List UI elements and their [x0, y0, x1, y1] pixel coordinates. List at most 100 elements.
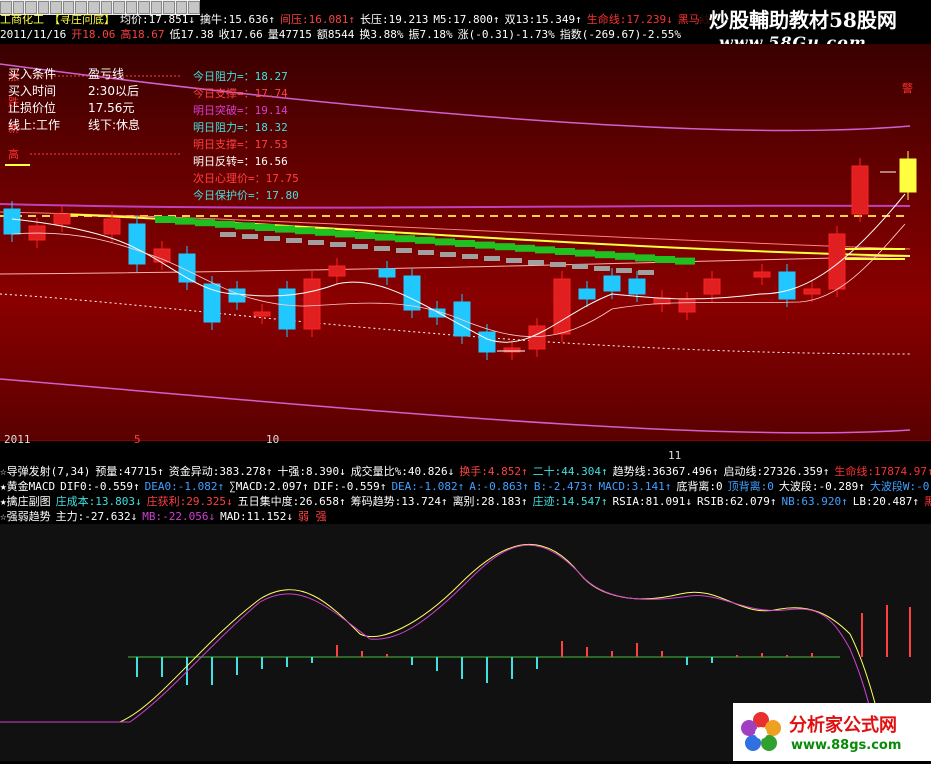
header-field: 收17.66 — [218, 28, 263, 41]
green-band-step — [355, 232, 375, 239]
indicator-line: ☆导弹发射(7,34) 预量:47715↑ 资金异动:383.278↑ 十强:8.39… — [0, 464, 931, 479]
indicator-field: 黑马线 — [923, 495, 931, 508]
grey-band-step — [374, 246, 390, 251]
grey-band-step — [462, 254, 478, 259]
grey-band-step — [352, 244, 368, 249]
candle-down — [453, 301, 471, 337]
indicator-field: 筹码趋势:13.724↑ — [350, 495, 448, 508]
green-band-step — [435, 238, 455, 246]
side-label: 高 — [8, 147, 19, 161]
indicator-field: 底背离:0 — [676, 480, 723, 493]
indicator-field: RSIB:62.079↑ — [697, 495, 777, 508]
indicator-field: 主力:-27.632↓ — [55, 510, 138, 523]
candle-up — [528, 325, 546, 350]
header-field: 振7.18% — [408, 28, 453, 41]
logo-url: www.88gs.com — [791, 738, 902, 753]
candle-down — [628, 278, 646, 295]
indicator-field: 大波段:-0.289↑ — [778, 480, 865, 493]
candle-up — [553, 278, 571, 335]
logo-title: 分析家公式网 — [789, 715, 897, 736]
green-band-step — [375, 233, 395, 241]
condition-value: 17.56元 — [88, 101, 135, 115]
candle-up — [153, 248, 171, 263]
green-band-step — [235, 222, 255, 230]
header-field: 擒牛:15.636↑ — [199, 13, 275, 26]
condition-row: 止损价位 17.56元 — [8, 100, 198, 117]
candle-down — [778, 271, 796, 300]
pivot-level: 明日支撑=：17.53 — [193, 138, 288, 151]
green-band-step — [275, 225, 295, 233]
indicator-field: DEA0:-1.082↑ — [144, 480, 225, 493]
green-band-step — [595, 251, 615, 259]
grey-band-step — [440, 252, 456, 257]
candle-up — [703, 278, 721, 295]
pivot-level: 明日反转=：16.56 — [193, 155, 288, 168]
green-band-step — [655, 256, 675, 263]
candle-up — [828, 233, 846, 290]
indicator-field: 五日集中度:26.658↑ — [237, 495, 346, 508]
green-band-step — [515, 244, 535, 252]
indicator-field: MACD:3.141↑ — [598, 480, 672, 493]
88gs-logo: 分析家公式网 www.88gs.com — [733, 703, 931, 761]
green-band-step — [195, 219, 215, 227]
grey-band-step — [484, 256, 500, 261]
candle-up — [803, 288, 821, 295]
header-field: 指数(-269.67)-2.55% — [559, 28, 682, 41]
header-field: 2011/11/16 — [0, 28, 67, 41]
condition-row: 线上:工作 线下:休息 — [8, 117, 198, 134]
indicator-field: ∑MACD:2.097↑ — [229, 480, 309, 493]
warning-marker: 警 — [902, 81, 913, 95]
indicator-field: ☆导弹发射(7,34) — [0, 465, 91, 478]
trade-conditions-panel: 买入条件 盈亏线 买入时间 2:30以后 止损价位 17.56元 线上:工作 线下:休息 — [8, 66, 198, 134]
header-field: 生命线:17.239↓ — [586, 13, 673, 26]
candle-down — [603, 275, 621, 292]
header-field: M5:17.800↑ — [433, 13, 500, 26]
green-band-step — [335, 230, 355, 238]
grey-band-step — [506, 258, 522, 263]
green-band-step — [635, 254, 655, 262]
candle-down — [578, 288, 596, 300]
header-field: 长压:19.213 — [359, 13, 429, 26]
indicator-field: 离别:28.183↑ — [452, 495, 528, 508]
flower-icon — [741, 712, 781, 751]
grey-band-step — [330, 242, 346, 247]
candle-down — [478, 331, 496, 353]
header-field: 量47715 — [267, 28, 312, 41]
grey-band-step — [528, 260, 544, 265]
pivot-level: 明日阻力=：18.32 — [193, 121, 288, 134]
condition-key: 止损价位 — [8, 101, 57, 115]
grey-band-step — [550, 262, 566, 267]
indicator-field: ☆强弱趋势 — [0, 510, 51, 523]
date-axis: 2011 5 10 11 — [0, 433, 931, 465]
indicator-field: 十强:8.390↓ — [277, 465, 346, 478]
green-band-step — [255, 224, 275, 231]
indicator-field: MB:-22.056↓ — [142, 510, 216, 523]
indicator-field: 顶背离:0 — [727, 480, 774, 493]
indicator-field: NB:63.920↑ — [781, 495, 848, 508]
grey-band-step — [594, 266, 610, 271]
grey-band-step — [396, 248, 412, 253]
indicator-field: ★擒庄副图 — [0, 495, 51, 508]
header-field: 涨(-0.31)-1.73% — [457, 28, 555, 41]
condition-row: 买入时间 2:30以后 — [8, 83, 198, 100]
candle-up — [753, 271, 771, 278]
main-chart[interactable]: 涨跌新高警 买入条件 盈亏线 买入时间 2:30以后 止损价位 17.56元 线上:工作 线下… — [0, 44, 931, 440]
condition-key: 买入条件 — [8, 67, 57, 81]
candle-up — [851, 165, 869, 215]
header-field: 开18.06 — [71, 28, 116, 41]
purple-line — [0, 203, 911, 209]
candle-down — [3, 208, 21, 235]
green-band-step — [535, 246, 555, 254]
green-band-step — [295, 227, 315, 235]
green-band-step — [675, 257, 695, 265]
indicator-field: 趋势线:36367.496↑ — [612, 465, 719, 478]
green-band-step — [555, 248, 575, 255]
header-field: 低17.38 — [169, 28, 214, 41]
indicator-field: 庄获利:29.325↓ — [146, 495, 233, 508]
indicator-field: 换手:4.852↑ — [459, 465, 528, 478]
indicator-field: 资金异动:383.278↑ — [168, 465, 273, 478]
condition-key: 买入时间 — [8, 84, 57, 98]
axis-five: 5 — [134, 433, 141, 446]
indicator-field: MAD:11.152↓ — [220, 510, 293, 523]
pivot-level: 今日阻力=：18.27 — [193, 70, 288, 83]
